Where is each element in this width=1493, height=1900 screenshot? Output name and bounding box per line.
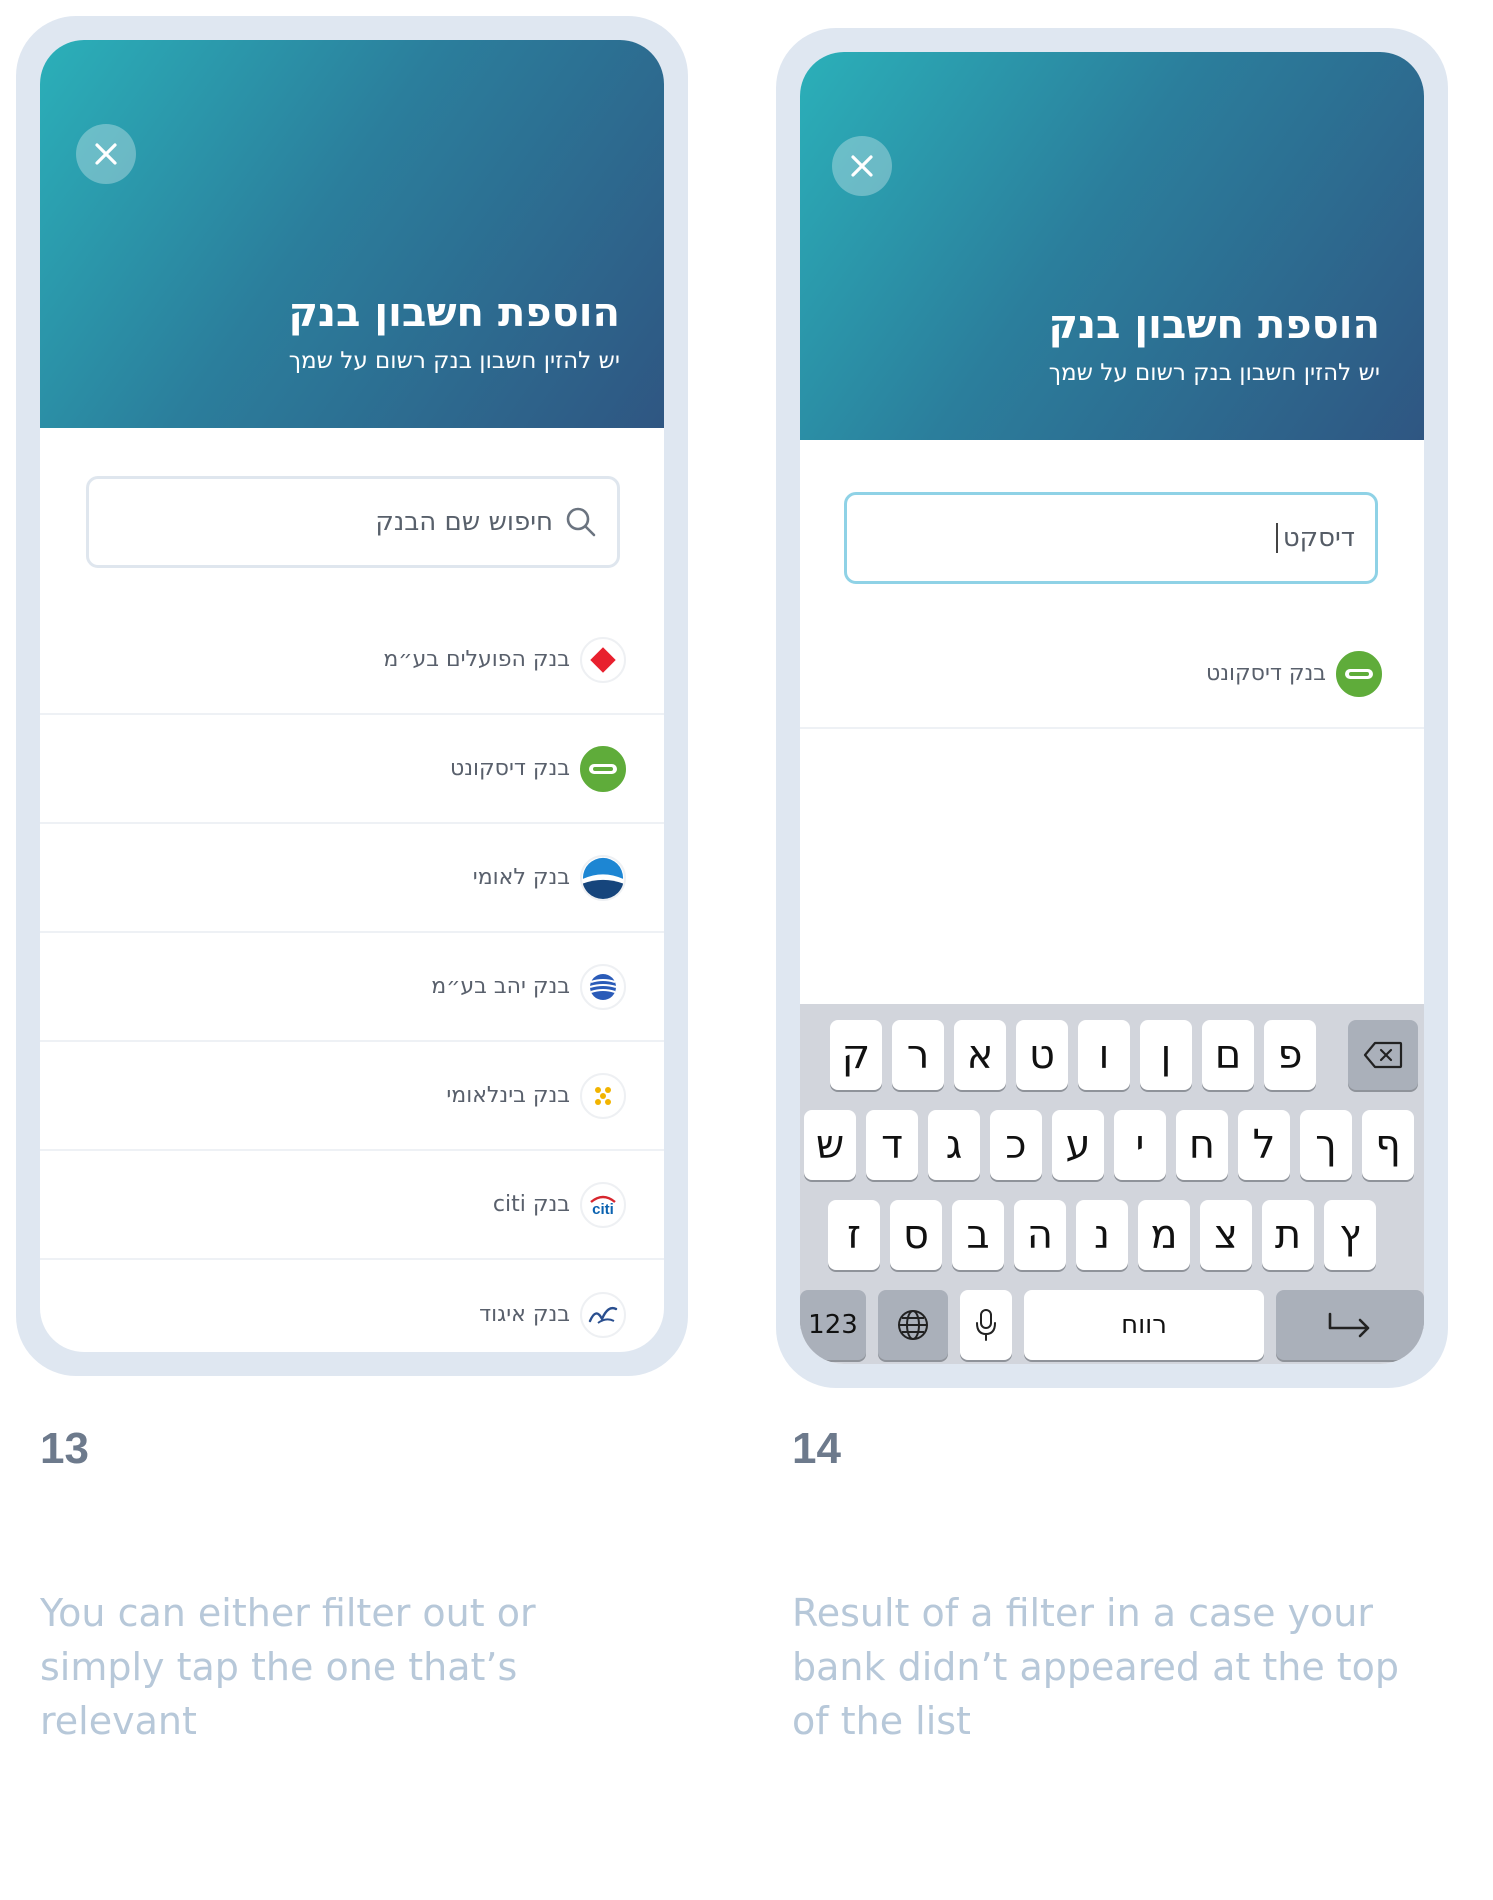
key[interactable]: א: [954, 1020, 1006, 1090]
beinleumi-logo-icon: [580, 1072, 626, 1119]
bank-row-citi[interactable]: בנק citi citi: [40, 1151, 664, 1260]
key[interactable]: י: [1114, 1110, 1166, 1180]
text-caret: [1275, 523, 1278, 553]
globe-icon: [898, 1310, 928, 1340]
phone-screen-14: הוספת חשבון בנק יש להזין חשבון בנק רשום …: [800, 52, 1424, 1364]
phone-screen-13: הוספת חשבון בנק יש להזין חשבון בנק רשום …: [40, 40, 664, 1352]
search-value: דיסקט: [1275, 523, 1355, 553]
return-icon: [1328, 1312, 1370, 1338]
bank-label: בנק citi: [492, 1192, 570, 1217]
page-title: הוספת חשבון בנק: [288, 290, 620, 336]
key[interactable]: צ: [1200, 1200, 1252, 1270]
caption-line: of the list: [792, 1699, 971, 1743]
search-input[interactable]: חיפוש שם הבנק: [86, 476, 620, 568]
backspace-key[interactable]: [1348, 1020, 1418, 1090]
hebrew-keyboard: ק ר א ט ו ן ם פ ש ד ג כ ע י ח ל ך ף ז ס …: [800, 1004, 1424, 1364]
globe-key[interactable]: [878, 1290, 948, 1360]
caption-line: Result of a filter in a case your: [792, 1591, 1374, 1635]
key[interactable]: פ: [1264, 1020, 1316, 1090]
key[interactable]: ך: [1300, 1110, 1352, 1180]
yahav-logo-icon: [580, 963, 626, 1010]
bank-label: בנק דיסקונט: [449, 756, 570, 781]
page-subtitle: יש להזין חשבון בנק רשום על שמך: [288, 348, 620, 374]
phone-frame-14: הוספת חשבון בנק יש להזין חשבון בנק רשום …: [776, 28, 1448, 1388]
page-subtitle: יש להזין חשבון בנק רשום על שמך: [1048, 360, 1380, 386]
phone-frame-13: הוספת חשבון בנק יש להזין חשבון בנק רשום …: [16, 16, 688, 1376]
key[interactable]: מ: [1138, 1200, 1190, 1270]
key[interactable]: כ: [990, 1110, 1042, 1180]
key[interactable]: ם: [1202, 1020, 1254, 1090]
search-icon: [565, 506, 597, 538]
bank-row-yahav[interactable]: בנק יהב בע״מ: [40, 933, 664, 1042]
step-number: 14: [792, 1424, 841, 1473]
key[interactable]: ש: [804, 1110, 856, 1180]
search-input[interactable]: דיסקט: [844, 492, 1378, 584]
discount-logo-icon: [580, 745, 626, 792]
close-button[interactable]: [832, 136, 892, 196]
microphone-key[interactable]: [960, 1290, 1012, 1360]
key[interactable]: ג: [928, 1110, 980, 1180]
bank-label: בנק דיסקונט: [1205, 661, 1326, 686]
close-icon: [95, 143, 117, 165]
igud-logo-icon: [580, 1291, 626, 1338]
key[interactable]: ח: [1176, 1110, 1228, 1180]
key[interactable]: ב: [952, 1200, 1004, 1270]
search-value-text: דיסקט: [1282, 523, 1355, 553]
step-caption: Result of a filter in a case your bank d…: [792, 1586, 1399, 1748]
return-key[interactable]: [1276, 1290, 1424, 1360]
microphone-icon: [976, 1309, 996, 1341]
bank-label: בנק איגוד: [479, 1302, 570, 1327]
discount-logo-icon: [1336, 650, 1382, 697]
key[interactable]: ר: [892, 1020, 944, 1090]
key[interactable]: ל: [1238, 1110, 1290, 1180]
caption-line: bank didn’t appeared at the top: [792, 1645, 1400, 1689]
search-placeholder: חיפוש שם הבנק: [375, 507, 553, 537]
bank-row-hapoalim[interactable]: בנק הפועלים בע״מ: [40, 606, 664, 715]
key[interactable]: ז: [828, 1200, 880, 1270]
leumi-logo-icon: [580, 854, 626, 901]
key[interactable]: נ: [1076, 1200, 1128, 1270]
space-key[interactable]: רווח: [1024, 1290, 1264, 1360]
bank-row-beinleumi[interactable]: בנק בינלאומי: [40, 1042, 664, 1151]
bank-row-discount[interactable]: בנק דיסקונט: [40, 715, 664, 824]
key[interactable]: ו: [1078, 1020, 1130, 1090]
bank-row-discount-result[interactable]: בנק דיסקונט: [800, 620, 1424, 729]
close-icon: [851, 155, 873, 177]
caption-line: simply tap the one that’s: [40, 1645, 518, 1689]
hapoalim-logo-icon: [580, 636, 626, 683]
bank-label: בנק לאומי: [472, 865, 570, 890]
caption-line: You can either filter out or: [40, 1591, 536, 1635]
bank-label: בנק הפועלים בע״מ: [383, 647, 570, 672]
key[interactable]: ע: [1052, 1110, 1104, 1180]
page-title: הוספת חשבון בנק: [1048, 302, 1380, 348]
key[interactable]: ף: [1362, 1110, 1414, 1180]
bank-label: בנק יהב בע״מ: [431, 974, 570, 999]
bank-row-igud[interactable]: בנק איגוד: [40, 1260, 664, 1352]
caption-line: relevant: [40, 1699, 197, 1743]
key[interactable]: ס: [890, 1200, 942, 1270]
bank-row-leumi[interactable]: בנק לאומי: [40, 824, 664, 933]
key[interactable]: ן: [1140, 1020, 1192, 1090]
citi-logo-icon: citi: [580, 1181, 626, 1228]
key[interactable]: ת: [1262, 1200, 1314, 1270]
key[interactable]: ץ: [1324, 1200, 1376, 1270]
header-14: הוספת חשבון בנק יש להזין חשבון בנק רשום …: [800, 52, 1424, 440]
step-caption: You can either filter out or simply tap …: [40, 1586, 536, 1748]
key[interactable]: ד: [866, 1110, 918, 1180]
bank-label: בנק בינלאומי: [446, 1083, 570, 1108]
header-13: הוספת חשבון בנק יש להזין חשבון בנק רשום …: [40, 40, 664, 428]
key[interactable]: ה: [1014, 1200, 1066, 1270]
svg-text:citi: citi: [592, 1201, 614, 1218]
backspace-icon: [1363, 1041, 1403, 1069]
numbers-key[interactable]: 123: [800, 1290, 866, 1360]
key[interactable]: ט: [1016, 1020, 1068, 1090]
step-number: 13: [40, 1424, 89, 1473]
close-button[interactable]: [76, 124, 136, 184]
key[interactable]: ק: [830, 1020, 882, 1090]
